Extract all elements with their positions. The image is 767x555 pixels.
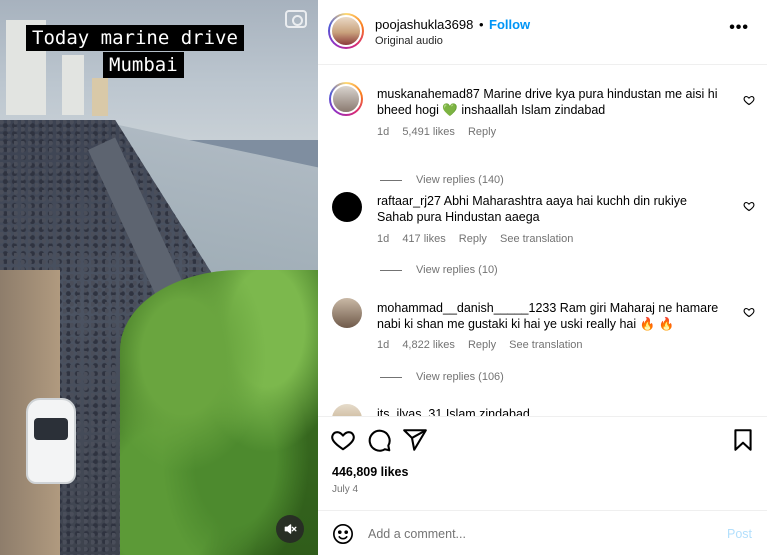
comment-heart-icon[interactable] xyxy=(743,200,755,212)
commenter-avatar[interactable] xyxy=(332,298,362,328)
see-translation-button[interactable]: See translation xyxy=(509,339,582,351)
post-actions: 446,809 likes July 4 xyxy=(318,416,767,516)
camera-icon xyxy=(285,10,307,28)
comment-age[interactable]: 1d xyxy=(377,233,389,245)
post-date[interactable]: July 4 xyxy=(332,484,358,495)
comment-age[interactable]: 1d xyxy=(377,126,389,138)
post-media[interactable]: Today marine drive Mumbai xyxy=(0,0,318,555)
video-caption-line1: Today marine drive xyxy=(26,25,244,51)
emoji-icon[interactable] xyxy=(332,523,354,545)
media-building xyxy=(62,55,84,115)
comment-likes[interactable]: 417 likes xyxy=(402,233,445,245)
reply-button[interactable]: Reply xyxy=(459,233,487,245)
post-header: poojashukla3698 • Follow Original audio … xyxy=(318,0,767,65)
post-panel: poojashukla3698 • Follow Original audio … xyxy=(318,0,767,555)
share-icon[interactable] xyxy=(402,427,428,453)
comment-input[interactable] xyxy=(368,527,688,541)
comment-meta: 1d 5,491 likes Reply xyxy=(377,126,506,138)
comment-likes[interactable]: 4,822 likes xyxy=(402,339,455,351)
commenter-avatar[interactable] xyxy=(329,82,363,116)
comment-likes[interactable]: 5,491 likes xyxy=(402,126,455,138)
video-caption-line2: Mumbai xyxy=(103,52,184,78)
media-car xyxy=(26,398,76,484)
commenter-avatar[interactable] xyxy=(332,404,362,416)
media-trees xyxy=(120,270,318,555)
view-replies-label: View replies (106) xyxy=(416,371,504,383)
reply-button[interactable]: Reply xyxy=(468,339,496,351)
comment-text: muskanahemad87 Marine drive kya pura hin… xyxy=(377,86,722,118)
heart-icon[interactable] xyxy=(330,427,356,453)
author-avatar[interactable] xyxy=(328,13,364,49)
view-replies-button[interactable]: View replies (106) xyxy=(380,371,504,383)
likes-count[interactable]: 446,809 likes xyxy=(332,465,408,479)
author-username[interactable]: poojashukla3698 xyxy=(375,17,473,32)
commenter-username[interactable]: muskanahemad87 xyxy=(377,87,480,101)
reply-button[interactable]: Reply xyxy=(468,126,496,138)
post-comment-button[interactable]: Post xyxy=(727,527,752,541)
mute-button[interactable] xyxy=(276,515,304,543)
commenter-username[interactable]: raftaar_rj27 xyxy=(377,194,441,208)
commenter-avatar[interactable] xyxy=(332,192,362,222)
see-translation-button[interactable]: See translation xyxy=(500,233,573,245)
comment-meta: 1d 4,822 likes Reply See translation xyxy=(377,339,593,351)
comment-age[interactable]: 1d xyxy=(377,339,389,351)
view-replies-label: View replies (140) xyxy=(416,174,504,186)
comment-text: its_ilyas_31 Islam zindabad xyxy=(377,406,722,416)
comment-composer: Post xyxy=(318,510,767,555)
audio-label[interactable]: Original audio xyxy=(375,35,443,47)
media-building xyxy=(92,78,108,116)
view-replies-label: View replies (10) xyxy=(416,264,498,276)
bookmark-icon[interactable] xyxy=(730,427,756,453)
view-replies-button[interactable]: View replies (140) xyxy=(380,174,504,186)
comment-body: Islam zindabad xyxy=(445,407,530,416)
comment-icon[interactable] xyxy=(366,427,392,453)
more-options-button[interactable]: ••• xyxy=(729,19,749,37)
comment-text: raftaar_rj27 Abhi Maharashtra aaya hai k… xyxy=(377,193,722,225)
mute-icon xyxy=(284,524,297,534)
comment-meta: 1d 417 likes Reply See translation xyxy=(377,233,583,245)
view-replies-button[interactable]: View replies (10) xyxy=(380,264,498,276)
commenter-username[interactable]: mohammad__danish_____1233 xyxy=(377,301,556,315)
comment-heart-icon[interactable] xyxy=(743,306,755,318)
comment-text: mohammad__danish_____1233 Ram giri Mahar… xyxy=(377,300,722,332)
comments-list[interactable]: muskanahemad87 Marine drive kya pura hin… xyxy=(318,66,767,416)
commenter-username[interactable]: its_ilyas_31 xyxy=(377,407,442,416)
comment-heart-icon[interactable] xyxy=(743,94,755,106)
separator-dot: • xyxy=(479,17,484,32)
follow-button[interactable]: Follow xyxy=(489,17,530,32)
